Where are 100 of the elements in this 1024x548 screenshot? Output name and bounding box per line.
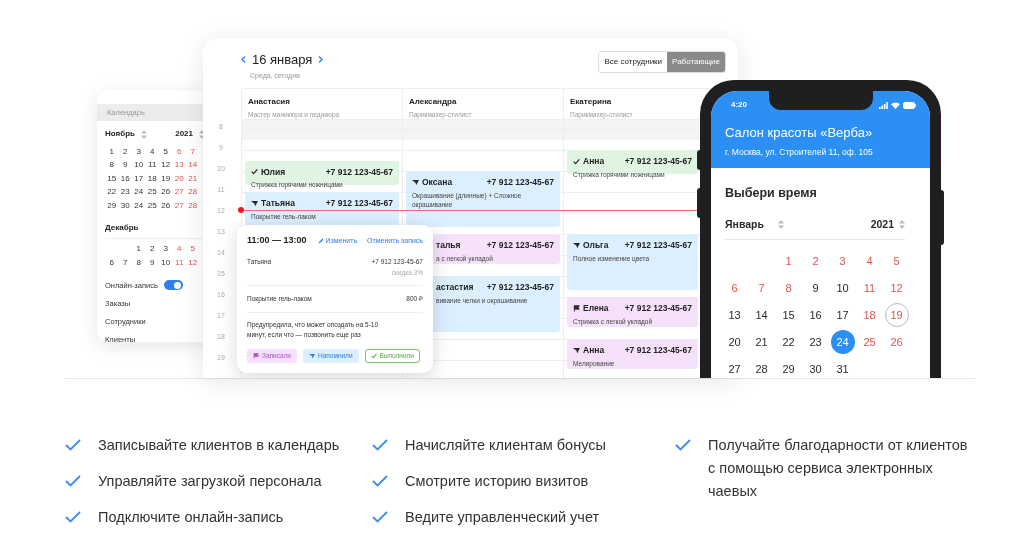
calendar-day[interactable]: 23 bbox=[803, 330, 828, 354]
calendar-day[interactable]: 26 bbox=[884, 330, 909, 354]
calendar-day[interactable]: 11 bbox=[857, 276, 882, 300]
calendar-day[interactable]: 2 bbox=[803, 249, 828, 273]
calendar-day[interactable]: 5 bbox=[159, 145, 173, 159]
wifi-icon bbox=[891, 101, 900, 109]
calendar-day[interactable]: 13 bbox=[172, 158, 186, 172]
feature-text: Смотрите историю визитов bbox=[405, 472, 590, 491]
calendar-day[interactable]: 28 bbox=[749, 357, 774, 378]
calendar-day[interactable]: 13 bbox=[722, 303, 747, 327]
calendar-day[interactable]: 2 bbox=[145, 242, 159, 256]
calendar-day[interactable]: 27 bbox=[172, 185, 186, 199]
calendar-day[interactable]: 27 bbox=[722, 357, 747, 378]
year-label: 2021 bbox=[870, 216, 894, 232]
calendar-day[interactable]: 22 bbox=[776, 330, 801, 354]
calendar-day[interactable]: 10 bbox=[159, 256, 173, 270]
client-phone: +7 912 123-45-67 bbox=[486, 176, 554, 189]
calendar-day[interactable]: 14 bbox=[186, 158, 200, 172]
calendar-day[interactable]: 1 bbox=[105, 145, 119, 159]
calendar-day[interactable]: 9 bbox=[803, 276, 828, 300]
calendar-day[interactable]: 23 bbox=[118, 185, 132, 199]
calendar-day[interactable]: 4 bbox=[145, 145, 159, 159]
calendar-day[interactable]: 25 bbox=[145, 185, 159, 199]
calendar-day[interactable]: 25 bbox=[145, 199, 159, 213]
calendar-day[interactable]: 10 bbox=[132, 158, 146, 172]
calendar-day[interactable]: 18 bbox=[857, 303, 882, 327]
calendar-day[interactable]: 24 bbox=[132, 199, 146, 213]
calendar-day[interactable]: 19 bbox=[159, 172, 173, 186]
calendar-day[interactable]: 7 bbox=[186, 145, 200, 159]
calendar-day[interactable]: 18 bbox=[145, 172, 159, 186]
calendar-day[interactable]: 29 bbox=[105, 199, 119, 213]
battery-icon bbox=[903, 101, 916, 109]
calendar-day[interactable]: 8 bbox=[776, 276, 801, 300]
calendar-day[interactable]: 9 bbox=[145, 256, 159, 270]
calendar-day[interactable]: 8 bbox=[105, 158, 119, 172]
calendar-day[interactable]: 20 bbox=[172, 172, 186, 186]
paper-plane-icon bbox=[573, 241, 580, 249]
calendar-day[interactable]: 5 bbox=[884, 249, 909, 273]
calendar-day[interactable]: 15 bbox=[105, 172, 119, 186]
calendar-day[interactable]: 12 bbox=[159, 158, 173, 172]
calendar-day[interactable]: 30 bbox=[803, 357, 828, 378]
client-name: талья bbox=[436, 239, 461, 252]
year-label: 2021 bbox=[175, 128, 193, 140]
calendar-day[interactable]: 26 bbox=[159, 199, 173, 213]
salon-address: г. Москва, ул. Строителей 11, оф. 105 bbox=[725, 145, 874, 159]
calendar-day[interactable]: 7 bbox=[118, 256, 132, 270]
feature-text: Начисляйте клиентам бонусы bbox=[405, 436, 607, 455]
calendar-day[interactable]: 15 bbox=[776, 303, 801, 327]
calendar-day[interactable]: 17 bbox=[830, 303, 855, 327]
calendar-day[interactable]: 28 bbox=[186, 185, 200, 199]
toggle-switch[interactable] bbox=[163, 280, 183, 291]
calendar-day[interactable]: 25 bbox=[857, 330, 882, 354]
calendar-day[interactable]: 17 bbox=[132, 172, 146, 186]
calendar-day[interactable]: 3 bbox=[830, 249, 855, 273]
calendar-day[interactable]: 16 bbox=[118, 172, 132, 186]
calendar-day[interactable]: 24 bbox=[132, 185, 146, 199]
calendar-day[interactable]: 7 bbox=[749, 276, 774, 300]
calendar-day[interactable]: 31 bbox=[830, 357, 855, 378]
calendar-day[interactable]: 4 bbox=[857, 249, 882, 273]
calendar-day[interactable]: 14 bbox=[749, 303, 774, 327]
calendar-day[interactable]: 26 bbox=[159, 185, 173, 199]
calendar-day[interactable]: 28 bbox=[186, 199, 200, 213]
calendar-day[interactable]: 21 bbox=[749, 330, 774, 354]
calendar-day[interactable]: 30 bbox=[118, 199, 132, 213]
calendar-day[interactable]: 12 bbox=[186, 256, 200, 270]
chevron-left-icon bbox=[241, 56, 246, 64]
calendar-day[interactable]: 22 bbox=[105, 185, 119, 199]
calendar-day[interactable]: 6 bbox=[722, 276, 747, 300]
check-icon bbox=[372, 439, 388, 451]
calendar-day[interactable]: 5 bbox=[186, 242, 200, 256]
month-label: Ноябрь bbox=[105, 128, 135, 140]
calendar-day[interactable]: 29 bbox=[776, 357, 801, 378]
calendar-day[interactable]: 27 bbox=[172, 199, 186, 213]
calendar-day[interactable]: 1 bbox=[776, 249, 801, 273]
calendar-day[interactable]: 21 bbox=[186, 172, 200, 186]
flag-icon bbox=[253, 352, 259, 359]
calendar-day[interactable]: 16 bbox=[803, 303, 828, 327]
calendar-day[interactable]: 4 bbox=[172, 242, 186, 256]
calendar-day[interactable]: 12 bbox=[884, 276, 909, 300]
client-phone: +7 912 123-45-67 bbox=[486, 239, 554, 252]
calendar-day[interactable]: 11 bbox=[145, 158, 159, 172]
status-time: 4:20 bbox=[731, 99, 747, 111]
calendar-day[interactable]: 3 bbox=[159, 242, 173, 256]
calendar-day[interactable]: 8 bbox=[132, 256, 146, 270]
calendar-day[interactable]: 11 bbox=[172, 256, 186, 270]
calendar-day[interactable]: 3 bbox=[132, 145, 146, 159]
client-name: Елена bbox=[583, 302, 609, 315]
calendar-day[interactable]: 9 bbox=[118, 158, 132, 172]
sort-arrows-icon bbox=[777, 220, 784, 230]
calendar-day[interactable]: 6 bbox=[105, 256, 119, 270]
calendar-day[interactable]: 2 bbox=[118, 145, 132, 159]
flag-icon bbox=[573, 304, 580, 312]
client-name: Анна bbox=[583, 155, 605, 168]
staff-name: Екатерина bbox=[570, 96, 613, 108]
calendar-day[interactable]: 10 bbox=[830, 276, 855, 300]
calendar-day[interactable]: 20 bbox=[722, 330, 747, 354]
client-phone: +7 912 123-45-67 bbox=[624, 344, 692, 357]
calendar-day[interactable]: 1 bbox=[132, 242, 146, 256]
check-icon bbox=[251, 168, 258, 176]
calendar-day[interactable]: 6 bbox=[172, 145, 186, 159]
